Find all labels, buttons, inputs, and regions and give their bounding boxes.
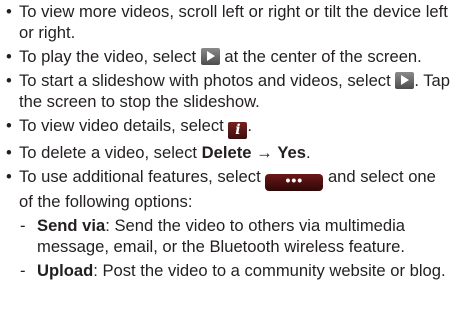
bullet-additional-features: • To use additional features, select •••… xyxy=(0,166,458,212)
option-label: Send via xyxy=(37,216,106,235)
yes-label: Yes xyxy=(277,143,306,162)
bullet-text-pre: To use additional features, select xyxy=(19,167,261,186)
bullet-text-pre: To view video details, select xyxy=(19,116,224,135)
option-label: Upload xyxy=(37,261,94,280)
bullet-slideshow: • To start a slideshow with photos and v… xyxy=(0,70,458,112)
bullet-dot: • xyxy=(6,143,12,162)
dash-marker: - xyxy=(20,261,26,280)
delete-label: Delete xyxy=(201,143,252,162)
more-options-icon: ••• xyxy=(265,173,324,191)
bullet-dot: • xyxy=(6,71,12,90)
instruction-list: • To view more videos, scroll left or ri… xyxy=(0,0,458,316)
bullet-video-details: • To view video details, select i. xyxy=(0,115,458,139)
bullet-text-pre: To play the video, select xyxy=(19,47,197,66)
option-send-via: - Send via: Send the video to others via… xyxy=(0,215,458,257)
bullet-text-pre: To start a slideshow with photos and vid… xyxy=(19,71,391,90)
bullet-dot: • xyxy=(6,167,12,186)
bullet-text-post: at the center of the screen. xyxy=(224,47,422,66)
bullet-delete-video: • To delete a video, select Delete → Yes… xyxy=(0,142,458,163)
play-icon xyxy=(395,72,415,89)
dash-marker: - xyxy=(20,216,26,235)
bullet-dot: • xyxy=(6,2,12,21)
bullet-text-pre: To delete a video, select xyxy=(19,143,198,162)
option-description: : Post the video to a community website … xyxy=(93,261,446,280)
bullet-text-post: . xyxy=(247,116,253,135)
bullet-dot: • xyxy=(6,116,12,135)
bullet-text: To view more videos, scroll left or righ… xyxy=(19,2,448,42)
info-icon: i xyxy=(228,122,248,139)
bullet-scroll-videos: • To view more videos, scroll left or ri… xyxy=(0,1,458,43)
play-icon xyxy=(200,48,220,65)
arrow-glyph: → xyxy=(256,143,273,162)
option-upload: - Upload: Post the video to a community … xyxy=(0,260,458,281)
bullet-play-video: • To play the video, select at the cente… xyxy=(0,46,458,67)
bullet-dot: • xyxy=(6,47,12,66)
bullet-text-post: . xyxy=(305,143,311,162)
